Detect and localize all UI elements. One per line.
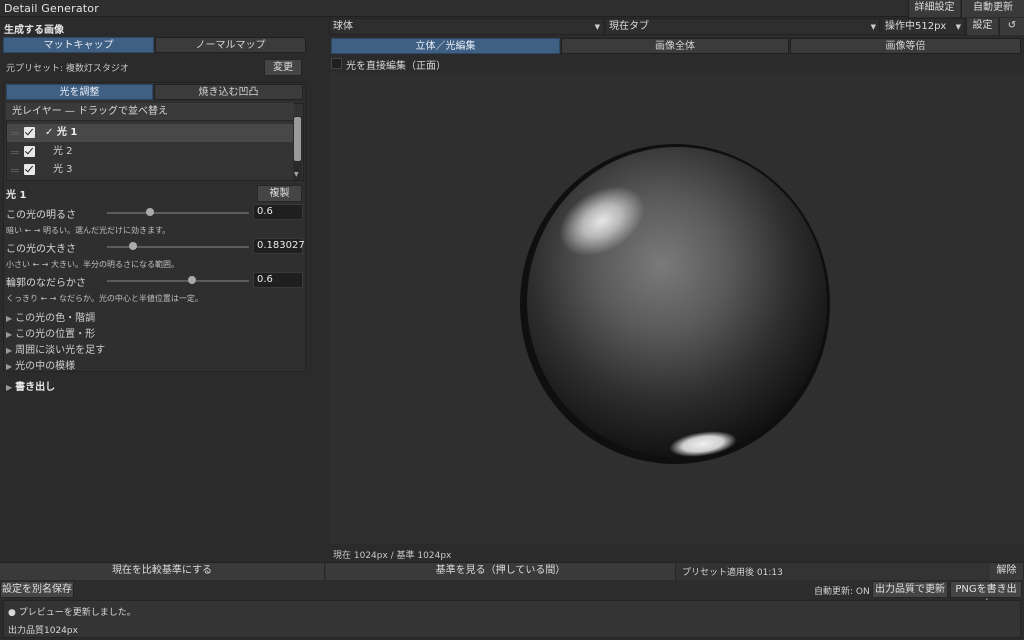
set-baseline-button[interactable]: 現在を比較基準にする	[0, 563, 325, 580]
expander-pattern[interactable]: ▶ 光の中の模様	[6, 357, 75, 372]
param-hint: 小さい ← → 大きい。半分の明るさになる範囲。	[6, 260, 180, 269]
chevron-down-icon: ▼	[870, 23, 876, 31]
matcap-sphere-preview[interactable]	[329, 73, 1024, 544]
title-bar	[0, 0, 1024, 17]
tab-full-image[interactable]: 画像全体	[561, 38, 789, 54]
view-baseline-button[interactable]: 基準を見る（押している間）	[326, 563, 676, 580]
reset-icon[interactable]: ↺	[999, 18, 1024, 35]
expander-ambient[interactable]: ▶ 周囲に淡い光を足す	[6, 341, 105, 356]
brightness-input[interactable]: 0.6	[253, 204, 303, 220]
settings-button[interactable]: 設定	[966, 18, 998, 35]
drag-handle-icon[interactable]	[11, 132, 19, 135]
slider-knob[interactable]	[145, 208, 154, 216]
expander-position[interactable]: ▶ この光の位置・形	[6, 325, 95, 340]
expand-arrow-icon: ▶	[6, 346, 13, 355]
update-quality-button[interactable]: 出力品質で更新	[872, 581, 948, 598]
status-row	[0, 581, 1024, 599]
log-line: ● プレビューを更新しました。	[8, 608, 136, 618]
expand-arrow-icon: ▶	[6, 383, 13, 392]
preset-applied-label: プリセット適用後 01:13	[682, 568, 783, 578]
duplicate-button[interactable]: 複製	[257, 185, 302, 202]
layer-1-checkbox[interactable]	[24, 127, 35, 138]
release-button[interactable]: 解除	[990, 563, 1024, 580]
auto-update-button[interactable]: 自動更新	[961, 0, 1024, 17]
layer-row-2[interactable]: 光 2	[7, 143, 293, 161]
softness-slider[interactable]	[107, 280, 249, 282]
auto-update-status: 自動更新: ON	[814, 587, 870, 597]
tab-normal-map[interactable]: ノーマルマップ	[155, 37, 306, 53]
tab-select[interactable]: 現在タブ ▼	[605, 18, 880, 35]
param-label: この光の明るさ	[6, 210, 76, 221]
layer-2-checkbox[interactable]	[24, 146, 35, 157]
direct-edit-label: 光を直接編集（正面）	[346, 61, 446, 72]
tab-3d-light-edit[interactable]: 立体／光編集	[331, 38, 560, 54]
log-line: 出力品質1024px	[8, 626, 78, 636]
layer-name: ✓ 光 1	[45, 127, 78, 138]
preset-label: 元プリセット: 複数灯スタジオ	[6, 64, 129, 74]
layer-name: 光 2	[53, 146, 73, 157]
slider-knob[interactable]	[128, 242, 137, 250]
layer-name: 光 3	[53, 164, 73, 175]
layer-row-1[interactable]: ✓ 光 1	[7, 124, 293, 142]
size-input[interactable]: 0.183027	[253, 238, 305, 254]
param-label: 輪郭のなだらかさ	[6, 278, 86, 289]
expander-color[interactable]: ▶ この光の色・階調	[6, 309, 95, 324]
chevron-down-icon: ▼	[594, 23, 600, 31]
tab-baked-relief[interactable]: 焼き込む凹凸	[154, 84, 303, 100]
expand-arrow-icon: ▶	[6, 314, 13, 323]
expand-arrow-icon: ▶	[6, 362, 13, 371]
chevron-down-icon: ▼	[955, 23, 961, 31]
save-as-button[interactable]: 設定を別名保存	[0, 581, 74, 598]
shape-select[interactable]: 球体 ▼	[329, 18, 604, 35]
advanced-settings-button[interactable]: 詳細設定	[908, 0, 960, 17]
direct-edit-checkbox[interactable]	[331, 58, 342, 69]
param-label: この光の大きさ	[6, 244, 76, 255]
layer-3-checkbox[interactable]	[24, 164, 35, 175]
param-hint: 暗い ← → 明るい。選んだ光だけに効きます。	[6, 226, 171, 235]
param-hint: くっきり ← → なだらか。光の中心と半値位置は一定。	[6, 294, 203, 303]
tab-actual-size[interactable]: 画像等倍	[790, 38, 1021, 54]
resolution-label: 現在 1024px / 基準 1024px	[333, 551, 452, 561]
drag-handle-icon[interactable]	[11, 169, 19, 172]
expand-arrow-icon: ▶	[6, 330, 13, 339]
resolution-select[interactable]: 操作中512px ▼	[881, 18, 965, 35]
preview-viewport[interactable]	[329, 73, 1024, 544]
brightness-slider[interactable]	[107, 212, 249, 214]
section-title: 生成する画像	[4, 25, 64, 36]
tab-matcap[interactable]: マットキャップ	[3, 37, 154, 53]
change-preset-button[interactable]: 変更	[264, 59, 302, 76]
drag-handle-icon[interactable]	[11, 151, 19, 154]
expander-export[interactable]: ▶ 書き出し	[6, 378, 55, 393]
layer-list-header: 光レイヤー — ドラッグで並べ替え	[6, 103, 294, 121]
scroll-down-icon[interactable]: ▼	[294, 171, 299, 178]
layer-row-3[interactable]: 光 3	[7, 161, 293, 179]
scrollbar-thumb[interactable]	[294, 117, 301, 161]
app-title: Detail Generator	[4, 2, 99, 15]
softness-input[interactable]: 0.6	[253, 272, 303, 288]
log-area	[3, 600, 1021, 638]
export-png-button[interactable]: PNGを書き出す	[950, 581, 1022, 610]
light-title: 光 1	[6, 190, 27, 201]
tab-adjust-light[interactable]: 光を調整	[6, 84, 153, 100]
